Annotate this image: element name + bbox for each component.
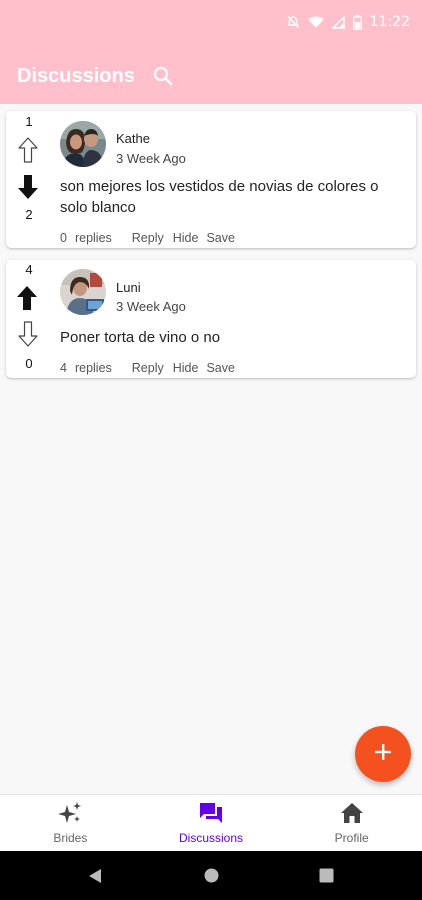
downvote-filled-icon[interactable] (16, 173, 40, 201)
replies-label[interactable]: replies (75, 361, 112, 375)
recents-icon[interactable] (319, 868, 334, 887)
post-text: son mejores los vestidos de novias de co… (60, 178, 379, 216)
post-actions: 4 replies Reply Hide Save (60, 361, 235, 375)
mute-icon (286, 15, 300, 29)
downvote-outline-icon[interactable] (16, 320, 40, 348)
hide-button[interactable]: Hide (173, 231, 199, 245)
nav-item-discussions[interactable]: Discussions (141, 795, 282, 851)
author-name: Luni (116, 280, 141, 295)
status-time: 11:22 (369, 14, 410, 30)
upvote-count: 1 (25, 114, 33, 129)
downvote-count: 0 (25, 356, 33, 371)
app-bar: Discussions (0, 48, 422, 104)
status-icons: 11:22 (286, 14, 410, 30)
reply-button[interactable]: Reply (132, 361, 164, 375)
post-text: Poner torta de vino o no (60, 329, 221, 346)
upvote-count: 4 (25, 262, 33, 277)
save-button[interactable]: Save (206, 231, 235, 245)
avatar[interactable] (60, 269, 106, 315)
hide-button[interactable]: Hide (173, 361, 199, 375)
post-time: 3 Week Ago (116, 299, 186, 314)
system-nav (0, 851, 422, 900)
nav-item-profile[interactable]: Profile (281, 795, 422, 851)
author-name: Kathe (116, 131, 150, 146)
post-time: 3 Week Ago (116, 151, 186, 166)
status-bar: 11:22 (0, 0, 422, 48)
wifi-icon (308, 16, 324, 29)
nav-label-discussions: Discussions (178, 830, 244, 845)
discussion-card[interactable]: 4 0 Luni 3 Week Ago Poner torta de vino … (6, 260, 416, 378)
battery-icon (352, 14, 362, 30)
bottom-nav: Brides Discussions Profile (0, 794, 422, 851)
signal-icon (331, 15, 345, 29)
reply-button[interactable]: Reply (132, 231, 164, 245)
post-actions: 0 replies Reply Hide Save (60, 231, 235, 245)
add-discussion-button[interactable] (355, 726, 411, 782)
downvote-count: 2 (25, 207, 33, 222)
upvote-filled-icon[interactable] (15, 284, 39, 312)
home-circle-icon[interactable] (204, 868, 219, 887)
forum-icon (199, 802, 223, 828)
discussion-card[interactable]: 1 2 Kathe 3 Week Ago son mejores los ves… (6, 111, 416, 248)
sparkle-icon (58, 801, 82, 828)
page-title: Discussions (17, 64, 135, 87)
nav-item-brides[interactable]: Brides (0, 795, 141, 851)
nav-label-profile: Profile (334, 830, 369, 845)
plus-icon (374, 743, 392, 765)
upvote-outline-icon[interactable] (16, 136, 40, 164)
replies-label[interactable]: replies (75, 231, 112, 245)
home-icon (340, 802, 364, 828)
avatar[interactable] (60, 121, 106, 167)
replies-count[interactable]: 4 (60, 361, 67, 375)
nav-label-brides: Brides (53, 830, 88, 845)
search-icon[interactable] (151, 64, 175, 88)
save-button[interactable]: Save (206, 361, 235, 375)
replies-count[interactable]: 0 (60, 231, 67, 245)
back-icon[interactable] (88, 868, 102, 888)
